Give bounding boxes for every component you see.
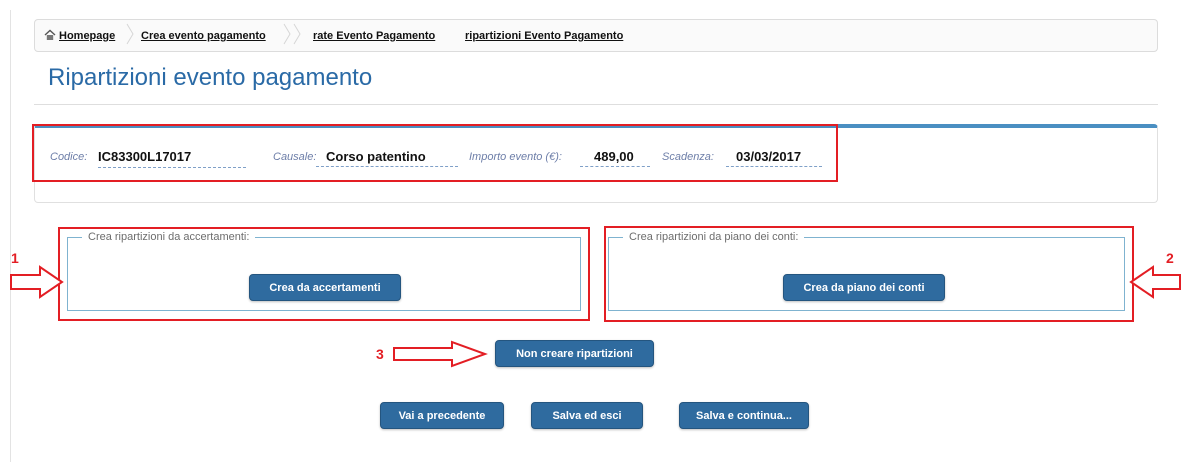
annotation-arrow-right-icon <box>393 340 488 368</box>
annotation-number-1: 1 <box>11 250 19 266</box>
salva-e-continua-button[interactable]: Salva e continua... <box>679 402 809 429</box>
info-highlight-box <box>32 124 838 182</box>
annotation-arrow-right-icon <box>10 265 64 299</box>
breadcrumb-home-link[interactable]: Homepage <box>59 30 115 42</box>
accertamenti-highlight-box <box>58 227 590 321</box>
non-creare-ripartizioni-button[interactable]: Non creare ripartizioni <box>495 340 654 367</box>
annotation-number-3: 3 <box>376 346 384 362</box>
home-icon <box>44 29 56 40</box>
piano-conti-highlight-box <box>604 226 1134 322</box>
vai-a-precedente-button[interactable]: Vai a precedente <box>380 402 504 429</box>
breadcrumb: Homepage Crea evento pagamento rate Even… <box>34 19 1158 52</box>
salva-ed-esci-button[interactable]: Salva ed esci <box>531 402 643 429</box>
breadcrumb-ripartizioni-link[interactable]: ripartizioni Evento Pagamento <box>465 30 623 42</box>
breadcrumb-rate-evento-link[interactable]: rate Evento Pagamento <box>313 30 435 42</box>
breadcrumb-separator-icon <box>293 23 301 45</box>
page-title: Ripartizioni evento pagamento <box>48 64 373 91</box>
breadcrumb-separator-icon <box>283 23 291 45</box>
breadcrumb-crea-evento-link[interactable]: Crea evento pagamento <box>141 30 266 42</box>
breadcrumb-separator-icon <box>126 23 134 45</box>
annotation-arrow-left-icon <box>1129 265 1181 299</box>
title-divider <box>34 104 1158 105</box>
annotation-number-2: 2 <box>1166 250 1174 266</box>
